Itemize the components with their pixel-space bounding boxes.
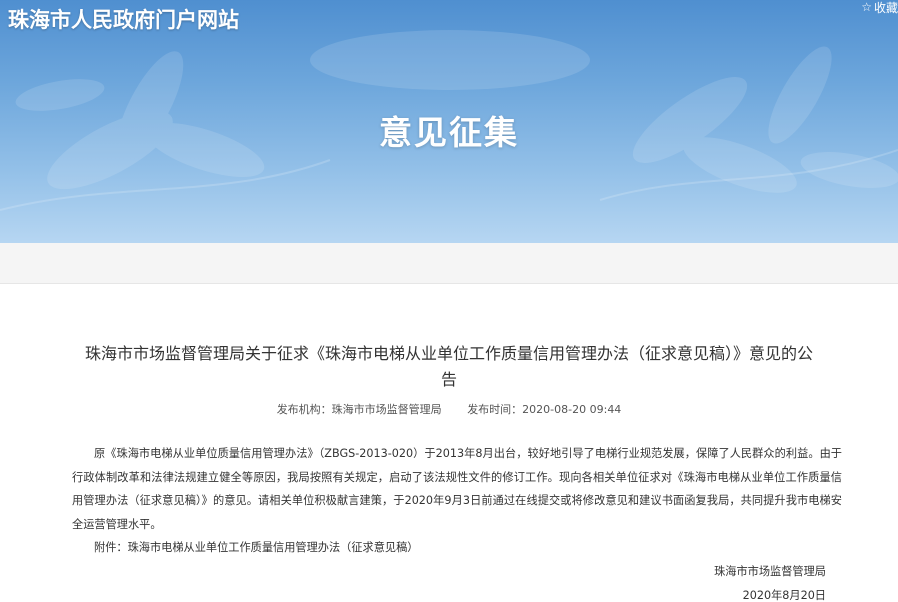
article-meta: 发布机构：珠海市市场监督管理局 发布时间：2020-08-20 09:44 <box>0 401 898 417</box>
site-title[interactable]: 珠海市人民政府门户网站 <box>8 4 239 34</box>
favorite-label: 收藏 <box>873 0 898 15</box>
header-banner: 珠海市人民政府门户网站 ☆ 收藏 意见征集 <box>0 0 898 243</box>
signature-date: 2020年8月20日 <box>742 589 826 602</box>
article-body: 原《珠海市电梯从业单位质量信用管理办法》（ZBGS-2013-020）于2013… <box>72 442 842 536</box>
star-icon: ☆ <box>861 0 872 14</box>
signature-org: 珠海市市场监督管理局 <box>714 565 826 578</box>
favorite-button[interactable]: ☆ 收藏 <box>861 0 898 15</box>
article-title: 珠海市市场监督管理局关于征求《珠海市电梯从业单位工作质量信用管理办法（征求意见稿… <box>84 344 813 389</box>
publisher: 发布机构：珠海市市场监督管理局 <box>276 403 442 416</box>
publish-time: 发布时间：2020-08-20 09:44 <box>467 403 622 416</box>
body-paragraph: 原《珠海市电梯从业单位质量信用管理办法》（ZBGS-2013-020）于2013… <box>72 447 842 531</box>
attachment-link[interactable]: 附件：珠海市电梯从业单位工作质量信用管理办法（征求意见稿） <box>94 539 418 555</box>
banner-heading: 意见征集 <box>379 113 519 152</box>
sub-navigation-bar <box>0 243 898 284</box>
